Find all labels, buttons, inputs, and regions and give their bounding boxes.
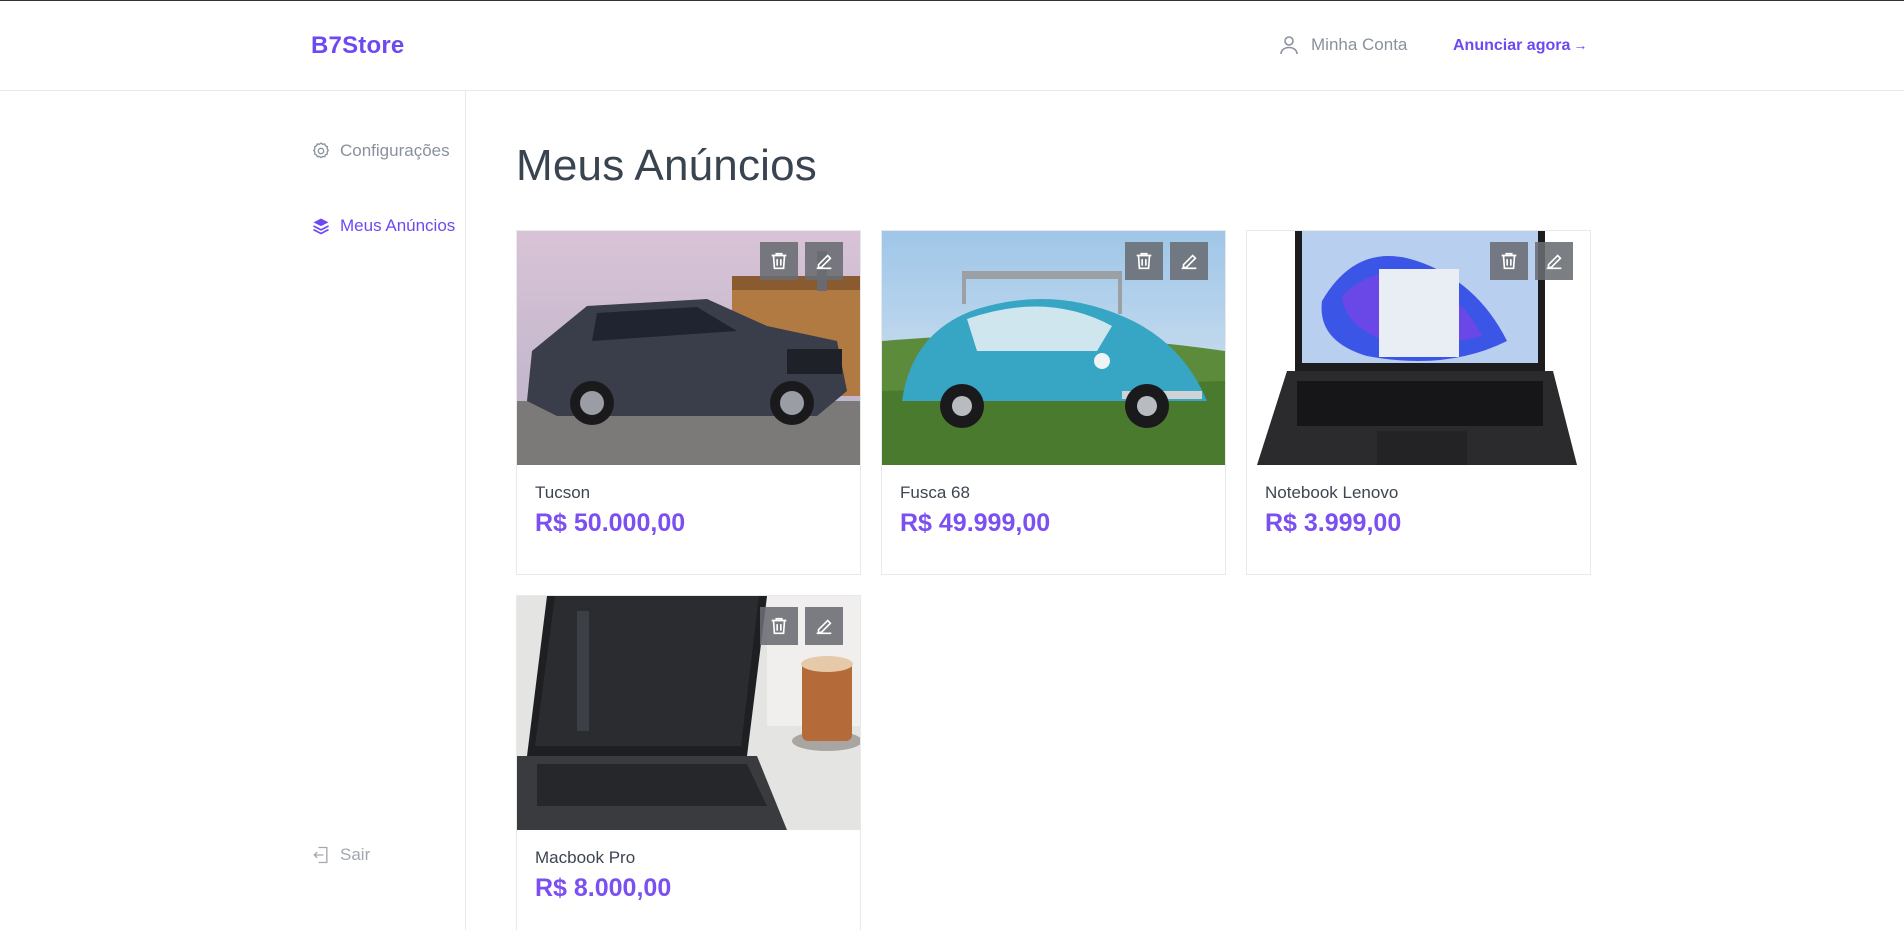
ad-name: Notebook Lenovo: [1265, 483, 1399, 502]
ad-image[interactable]: [1247, 231, 1590, 465]
edit-button[interactable]: [1535, 242, 1573, 280]
my-account-label: Minha Conta: [1311, 35, 1408, 54]
ad-price: R$ 49.999,00: [900, 509, 1051, 537]
advertise-now-button[interactable]: Anunciar agora →: [1453, 37, 1587, 55]
edit-button[interactable]: [805, 242, 843, 280]
trash-icon: [771, 252, 787, 270]
delete-button[interactable]: [760, 242, 798, 280]
logout-icon: [313, 846, 328, 864]
user-icon: [1280, 36, 1298, 55]
ad-card[interactable]: Notebook Lenovo R$ 3.999,00: [1246, 230, 1591, 575]
layers-icon: [313, 218, 329, 235]
edit-button[interactable]: [805, 607, 843, 645]
sidebar-item-settings[interactable]: Configurações: [311, 141, 450, 161]
pencil-icon: [1546, 254, 1562, 270]
sidebar-item-label: Sair: [340, 845, 371, 864]
delete-button[interactable]: [760, 607, 798, 645]
delete-button[interactable]: [1125, 242, 1163, 280]
ad-image[interactable]: [517, 596, 860, 830]
ad-card[interactable]: Fusca 68 R$ 49.999,00: [881, 230, 1226, 575]
trash-icon: [1136, 252, 1152, 270]
ad-image[interactable]: [882, 231, 1225, 465]
pencil-icon: [816, 619, 832, 635]
ad-card[interactable]: Tucson R$ 50.000,00: [516, 230, 861, 575]
gear-icon: [312, 142, 330, 159]
pencil-icon: [816, 254, 832, 270]
page-title: Meus Anúncios: [516, 141, 817, 190]
edit-button[interactable]: [1170, 242, 1208, 280]
sidebar: Configurações Meus Anúncios Sair: [0, 91, 466, 930]
sidebar-item-label: Meus Anúncios: [340, 216, 456, 235]
ad-image[interactable]: [517, 231, 860, 465]
delete-button[interactable]: [1490, 242, 1528, 280]
ad-name: Tucson: [535, 483, 591, 502]
ad-price: R$ 50.000,00: [535, 509, 686, 537]
logo[interactable]: B7Store: [311, 32, 404, 60]
trash-icon: [1501, 252, 1517, 270]
sidebar-item-label: Configurações: [340, 141, 450, 160]
ad-price: R$ 3.999,00: [1265, 509, 1402, 537]
ad-price: R$ 8.000,00: [535, 874, 672, 902]
sidebar-item-my-ads[interactable]: Meus Anúncios: [311, 216, 455, 236]
ad-card[interactable]: Macbook Pro R$ 8.000,00: [516, 595, 861, 930]
my-account-link[interactable]: Minha Conta: [1277, 33, 1407, 57]
ad-name: Fusca 68: [900, 483, 970, 502]
trash-icon: [771, 617, 787, 635]
arrow-right-icon: →: [1573, 37, 1588, 53]
advertise-now-label: Anunciar agora: [1453, 37, 1571, 54]
ad-name: Macbook Pro: [535, 848, 636, 867]
pencil-icon: [1181, 254, 1197, 270]
sidebar-item-logout[interactable]: Sair: [311, 845, 370, 865]
top-header: B7Store Minha Conta Anunciar agora →: [0, 1, 1904, 91]
